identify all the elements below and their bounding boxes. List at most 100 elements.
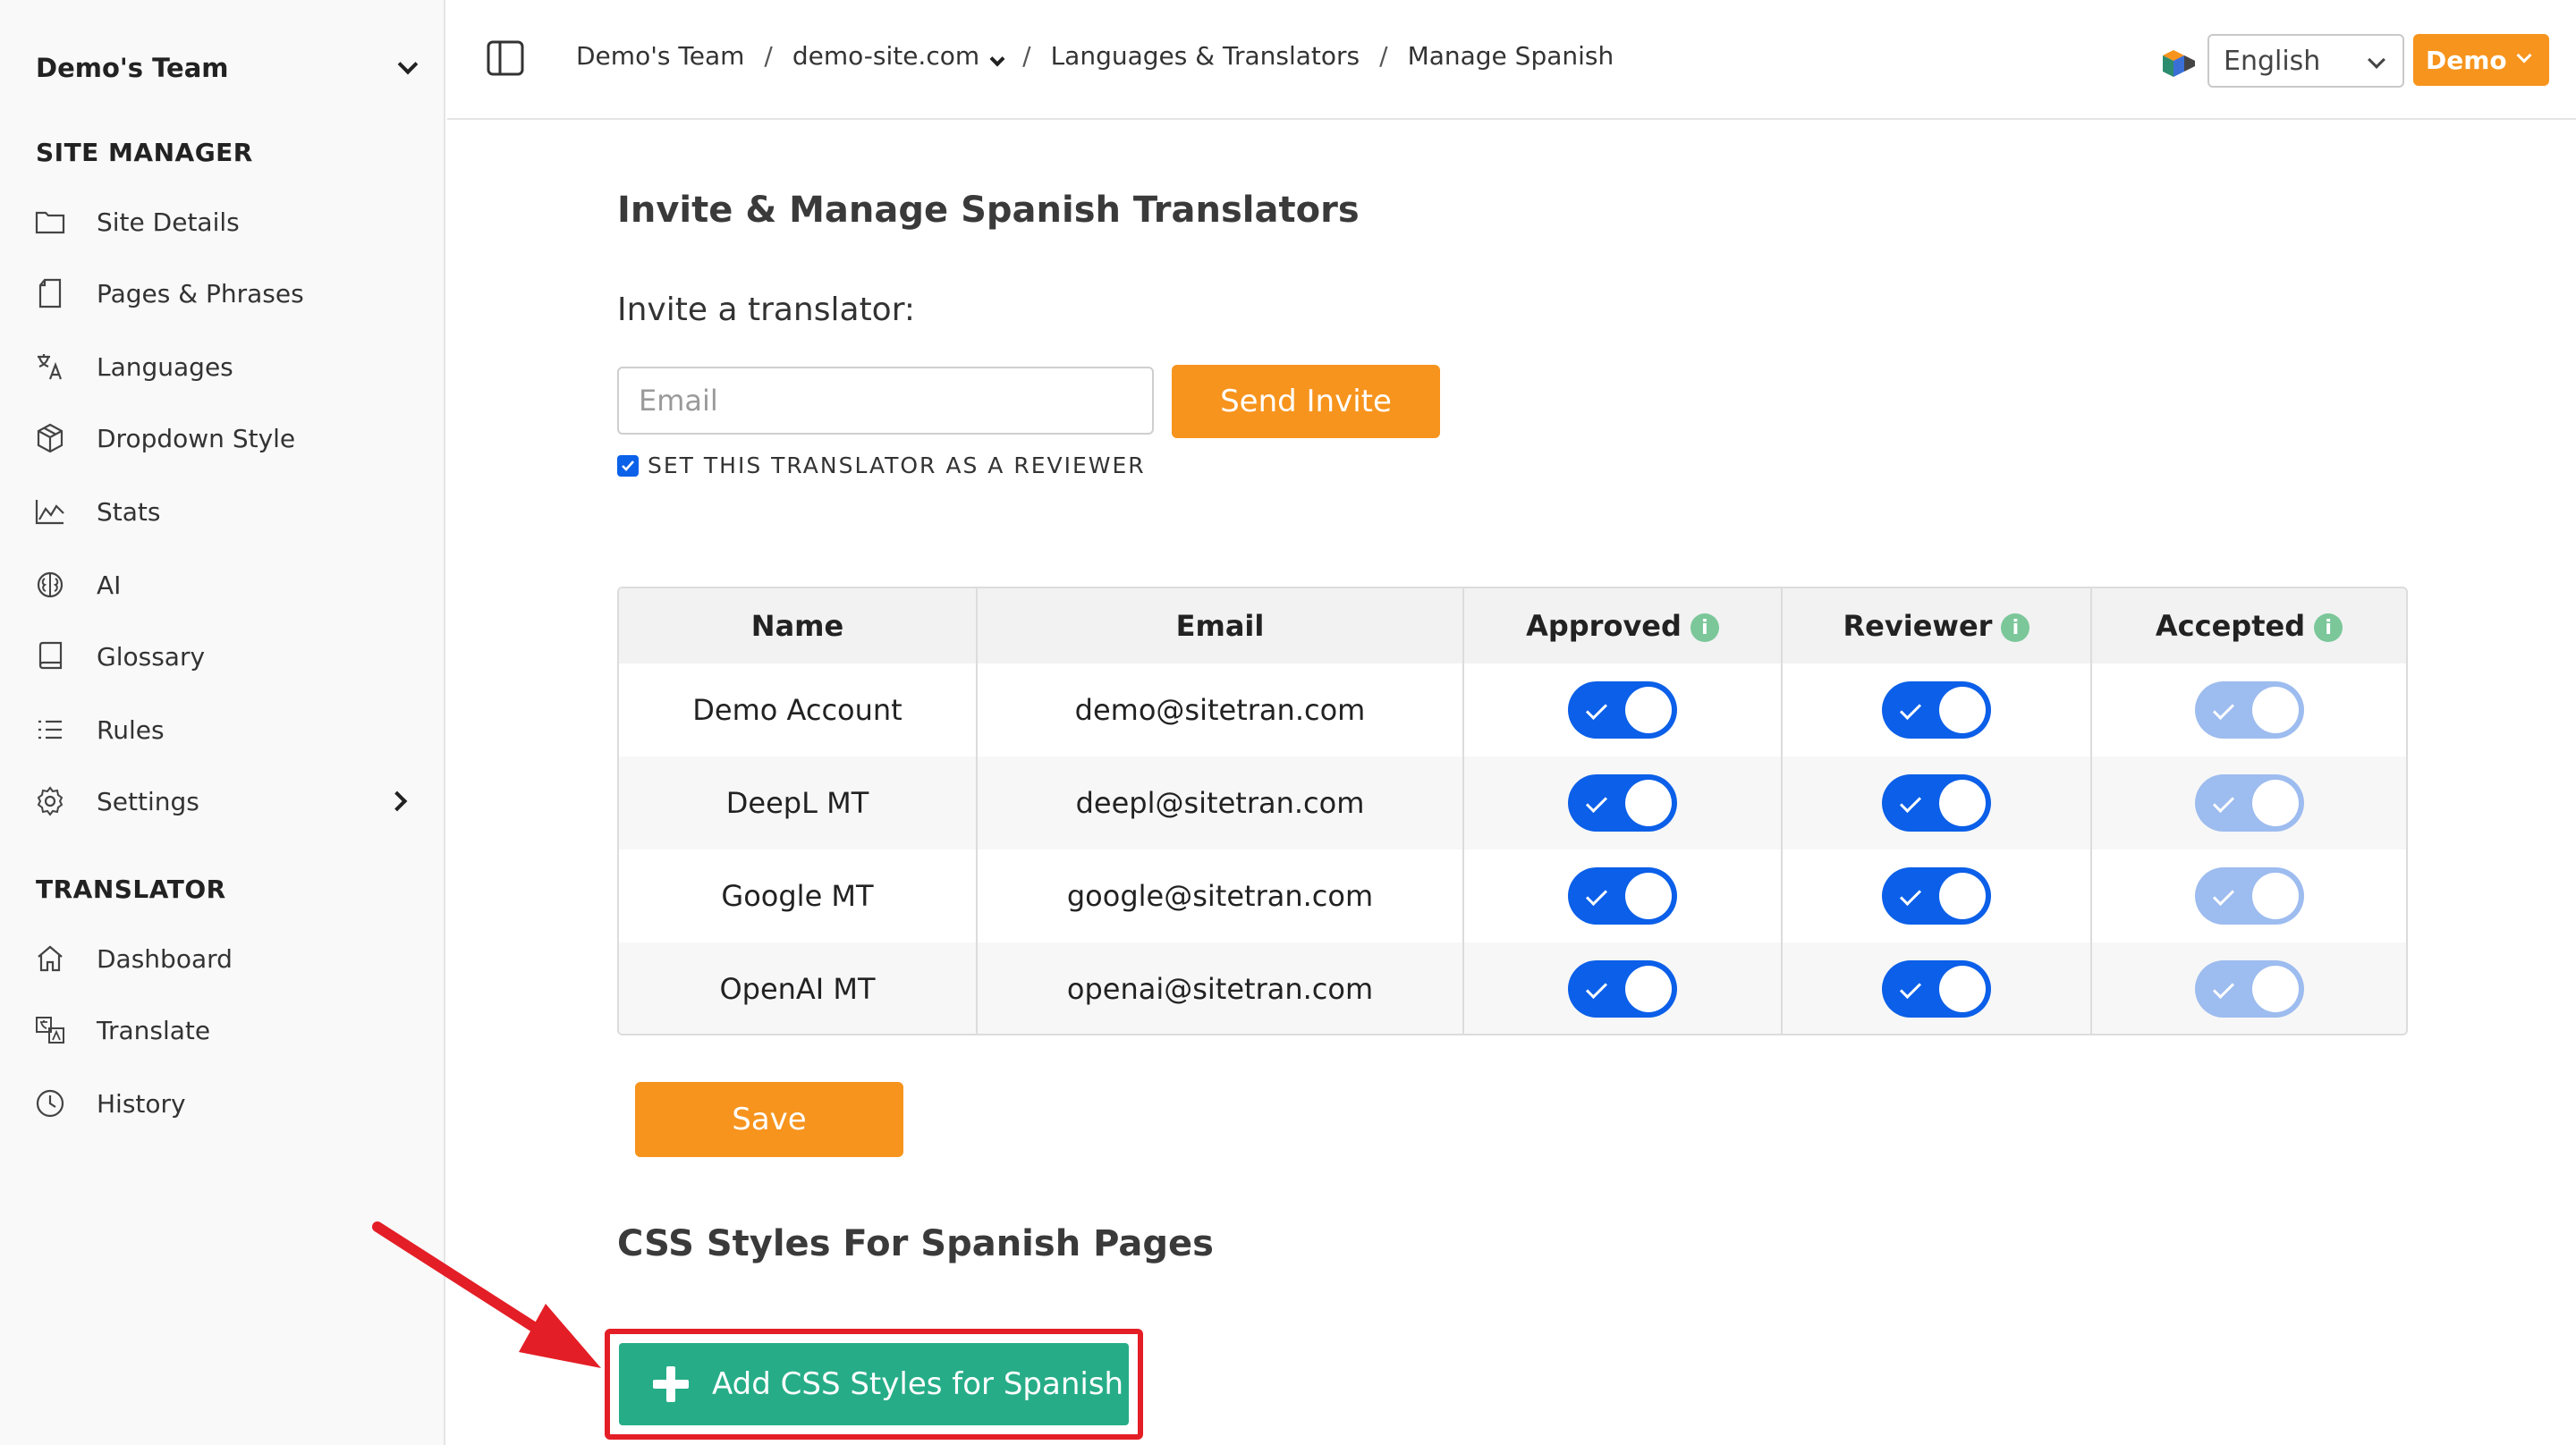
team-switcher[interactable]: Demo's Team [36,48,420,88]
sidebar-item-history[interactable]: History [32,1077,426,1130]
brain-icon [32,567,68,603]
approved-toggle[interactable] [1568,681,1677,739]
table-row: DeepL MT deepl@sitetran.com [619,756,2406,849]
sidebar-item-dropdown-style[interactable]: Dropdown Style [32,411,426,465]
accepted-toggle [2194,960,2304,1018]
sidebar-item-stats[interactable]: Stats [32,485,426,538]
breadcrumb-languages[interactable]: Languages & Translators [1051,41,1360,71]
approved-toggle[interactable] [1568,867,1677,925]
check-icon [1585,883,1608,907]
sidebar-item-settings[interactable]: Settings [32,774,426,828]
table-header-row: Name Email Approved i Reviewer i Accepted i [619,588,2406,663]
css-styles-heading: CSS Styles For Spanish Pages [617,1223,1214,1264]
reviewer-option: SET THIS TRANSLATOR AS A REVIEWER [617,452,1146,478]
accepted-toggle [2194,681,2304,739]
page-icon [32,275,68,311]
home-icon [32,941,68,976]
chevron-right-icon [386,790,408,812]
sidebar-item-languages[interactable]: Languages [32,340,426,393]
approved-toggle[interactable] [1568,774,1677,832]
approved-toggle[interactable] [1568,960,1677,1018]
reviewer-toggle[interactable] [1882,774,1991,832]
sidebar-item-translate[interactable]: Translate [32,1003,426,1057]
page-title: Invite & Manage Spanish Translators [617,190,1360,231]
sidebar-item-label: Settings [97,786,199,816]
add-css-styles-button[interactable]: Add CSS Styles for Spanish [619,1343,1129,1425]
info-icon[interactable]: i [1690,613,1719,642]
topbar: Demo's Team / demo-site.com / Languages … [447,0,2576,120]
info-icon[interactable]: i [2314,613,2343,642]
sidebar-item-glossary[interactable]: Glossary [32,630,426,683]
chevron-down-icon [397,54,419,75]
accepted-toggle [2194,867,2304,925]
accepted-toggle [2194,774,2304,832]
header-approved: Approved i [1463,588,1783,663]
box-icon [32,420,68,456]
check-icon [1899,697,1922,721]
language-select[interactable]: English [2207,34,2404,88]
check-icon [1899,883,1922,907]
reviewer-checkbox-label[interactable]: SET THIS TRANSLATOR AS A REVIEWER [648,452,1146,478]
email-field[interactable] [617,367,1154,435]
row-name: Demo Account [619,663,978,756]
table-row: Google MT google@sitetran.com [619,849,2406,942]
sidebar-item-label: Glossary [97,641,206,672]
header-name: Name [619,588,978,663]
book-icon [32,638,68,674]
breadcrumb-team[interactable]: Demo's Team [576,41,744,71]
chevron-down-icon [989,51,1005,67]
chart-icon [32,494,68,529]
row-name: DeepL MT [619,756,978,849]
translator-heading: TRANSLATOR [36,875,226,904]
row-name: Google MT [619,849,978,942]
sidebar-item-site-details[interactable]: Site Details [32,195,426,249]
check-icon [1899,976,1922,1000]
header-accepted: Accepted i [2091,588,2406,663]
folder-icon [32,204,68,240]
sidebar-item-label: History [97,1088,186,1119]
send-invite-button[interactable]: Send Invite [1172,365,1440,438]
reviewer-toggle[interactable] [1882,867,1991,925]
sidebar-item-label: Site Details [97,207,240,237]
info-icon[interactable]: i [2001,613,2030,642]
translate-doc-icon [32,1012,68,1048]
header-reviewer: Reviewer i [1782,588,2092,663]
team-name: Demo's Team [36,53,229,83]
row-email: demo@sitetran.com [977,663,1464,756]
breadcrumb: Demo's Team / demo-site.com / Languages … [576,41,1614,71]
check-icon [2212,697,2234,721]
sidebar-item-ai[interactable]: AI [32,558,426,612]
chevron-down-icon [2368,51,2385,69]
annotation-arrow-icon [372,1221,601,1368]
sidebar-item-label: Stats [97,496,161,527]
translate-icon [32,349,68,384]
reviewer-toggle[interactable] [1882,681,1991,739]
sidebar-item-label: Translate [97,1015,211,1045]
check-icon [1585,697,1608,721]
sidebar-item-dashboard[interactable]: Dashboard [32,932,426,985]
breadcrumb-site-dropdown[interactable]: demo-site.com [792,41,1005,71]
check-icon [2212,883,2234,907]
header-email: Email [977,588,1464,663]
check-icon [2212,790,2234,814]
sidebar-toggle-icon[interactable] [487,39,524,77]
reviewer-checkbox[interactable] [617,454,639,477]
sidebar-item-label: Dashboard [97,943,233,974]
reviewer-toggle[interactable] [1882,960,1991,1018]
row-email: google@sitetran.com [977,849,1464,942]
row-email: openai@sitetran.com [977,942,1464,1034]
row-email: deepl@sitetran.com [977,756,1464,849]
user-menu-button[interactable]: Demo [2413,34,2549,86]
invite-heading: Invite a translator: [617,292,915,328]
sidebar-item-label: Languages [97,351,233,382]
gear-icon [32,783,68,819]
sidebar-item-rules[interactable]: Rules [32,703,426,756]
row-name: OpenAI MT [619,942,978,1034]
table-row: OpenAI MT openai@sitetran.com [619,942,2406,1034]
sidebar-item-label: Pages & Phrases [97,278,304,308]
check-icon [1899,790,1922,814]
plus-icon [653,1366,689,1402]
sidebar-item-pages-phrases[interactable]: Pages & Phrases [32,266,426,320]
save-button[interactable]: Save [635,1082,903,1157]
chevron-down-icon [2516,47,2532,63]
